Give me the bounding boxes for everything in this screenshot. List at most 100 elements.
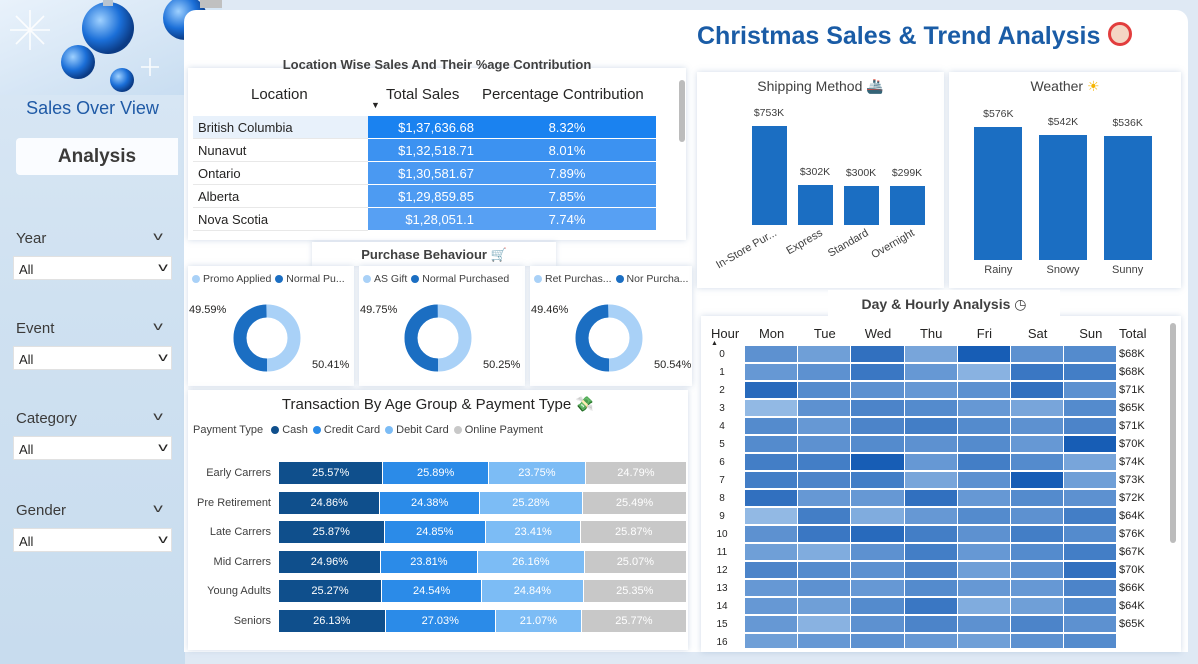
heatmap-cell[interactable] <box>745 364 799 381</box>
heatmap-cell[interactable] <box>957 364 1011 381</box>
stacked-bar-segment[interactable]: 25.89% <box>383 462 488 484</box>
heatmap-cell[interactable] <box>745 562 799 579</box>
stacked-bar-segment[interactable]: 25.27% <box>279 580 382 602</box>
heatmap-day-header[interactable]: Sat <box>1011 326 1064 341</box>
heatmap-day-header[interactable]: Tue <box>798 326 851 341</box>
heatmap-cell[interactable] <box>957 400 1011 417</box>
bar[interactable] <box>751 126 787 225</box>
heatmap-cell[interactable] <box>851 598 905 615</box>
stacked-bar-segment[interactable]: 21.07% <box>495 609 581 632</box>
legend-item[interactable]: Cash <box>271 424 308 436</box>
heatmap-cell[interactable] <box>745 580 799 597</box>
donut-chart[interactable] <box>398 298 478 378</box>
heatmap-row-header[interactable]: Hour <box>711 326 739 341</box>
heatmap-cell[interactable] <box>1011 598 1065 615</box>
heatmap-cell[interactable] <box>745 544 799 561</box>
heatmap-day-header[interactable]: Mon <box>745 326 798 341</box>
heatmap-cell[interactable] <box>745 436 799 453</box>
heatmap-cell[interactable] <box>798 544 852 561</box>
stacked-bar-segment[interactable]: 23.41% <box>485 521 581 543</box>
heatmap-cell[interactable] <box>1011 580 1065 597</box>
heatmap-cell[interactable] <box>798 616 852 633</box>
stacked-bar-segment[interactable]: 25.57% <box>279 462 383 484</box>
bar[interactable] <box>889 185 925 225</box>
heatmap-cell[interactable] <box>1064 382 1118 399</box>
heatmap-cell[interactable] <box>1011 382 1065 399</box>
stacked-bar-segment[interactable]: 27.03% <box>385 609 495 632</box>
donut-chart[interactable] <box>569 298 649 378</box>
heatmap-cell[interactable] <box>745 616 799 633</box>
heatmap-day-header[interactable]: Sun <box>1064 326 1117 341</box>
heatmap-cell[interactable] <box>745 526 799 543</box>
heatmap-cell[interactable] <box>957 454 1011 471</box>
heatmap-cell[interactable] <box>798 526 852 543</box>
heatmap-cell[interactable] <box>1011 400 1065 417</box>
stacked-bar-segment[interactable]: 24.86% <box>279 491 380 514</box>
heatmap-cell[interactable] <box>1064 526 1118 543</box>
heatmap-cell[interactable] <box>957 544 1011 561</box>
heatmap-cell[interactable] <box>1064 454 1118 471</box>
heatmap-cell[interactable] <box>904 418 958 435</box>
heatmap-cell[interactable] <box>904 544 958 561</box>
heatmap-cell[interactable] <box>957 562 1011 579</box>
stacked-bar-segment[interactable]: 24.84% <box>482 580 583 602</box>
heatmap-cell[interactable] <box>1064 580 1118 597</box>
heatmap-day-header[interactable]: Fri <box>958 326 1011 341</box>
heatmap-cell[interactable] <box>904 472 958 489</box>
heatmap-cell[interactable] <box>1064 490 1118 507</box>
legend-item[interactable]: Ret Purchas... <box>534 273 612 285</box>
heatmap-cell[interactable] <box>798 634 852 648</box>
column-header-location[interactable]: Location <box>251 86 308 103</box>
table-row[interactable]: British Columbia $1,37,636.68 8.32% <box>193 116 656 139</box>
heatmap-cell[interactable] <box>798 598 852 615</box>
bar[interactable] <box>974 127 1023 260</box>
legend-item[interactable]: AS Gift <box>363 273 407 285</box>
heatmap-cell[interactable] <box>1011 418 1065 435</box>
heatmap-cell[interactable] <box>745 598 799 615</box>
heatmap-cell[interactable] <box>1064 616 1118 633</box>
heatmap-cell[interactable] <box>957 346 1011 363</box>
table-row[interactable]: Ontario $1,30,581.67 7.89% <box>193 162 656 185</box>
heatmap-cell[interactable] <box>957 418 1011 435</box>
chevron-down-icon[interactable]: v <box>153 409 163 423</box>
heatmap-day-header[interactable]: Thu <box>905 326 958 341</box>
column-header-percentage[interactable]: Percentage Contribution <box>482 86 644 103</box>
heatmap-cell[interactable] <box>957 634 1011 648</box>
heatmap-cell[interactable] <box>851 400 905 417</box>
heatmap-cell[interactable] <box>851 580 905 597</box>
heatmap-cell[interactable] <box>798 418 852 435</box>
stacked-bar-segment[interactable]: 23.81% <box>380 550 477 573</box>
bar[interactable] <box>797 185 833 225</box>
legend-item[interactable]: Online Payment <box>453 424 543 436</box>
heatmap-cell[interactable] <box>1064 400 1118 417</box>
column-header-total-sales[interactable]: Total Sales <box>386 86 459 103</box>
heatmap-cell[interactable] <box>904 598 958 615</box>
heatmap-cell[interactable] <box>798 490 852 507</box>
heatmap-cell[interactable] <box>904 562 958 579</box>
heatmap-cell[interactable] <box>851 526 905 543</box>
stacked-bar-segment[interactable]: 25.49% <box>583 491 686 514</box>
stacked-bar-segment[interactable]: 24.85% <box>384 521 485 543</box>
sort-desc-icon[interactable]: ▼ <box>371 100 380 110</box>
heatmap-cell[interactable] <box>851 508 905 525</box>
heatmap-cell[interactable] <box>745 346 799 363</box>
heatmap-cell[interactable] <box>1064 346 1118 363</box>
heatmap-cell[interactable] <box>904 580 958 597</box>
heatmap-cell[interactable] <box>904 490 958 507</box>
heatmap-cell[interactable] <box>851 382 905 399</box>
chevron-down-icon[interactable]: v <box>153 319 163 333</box>
category-dropdown[interactable]: All v <box>13 436 172 460</box>
nav-analysis-button[interactable]: Analysis <box>16 138 178 175</box>
heatmap-cell[interactable] <box>798 472 852 489</box>
legend-item[interactable]: Debit Card <box>385 424 449 436</box>
heatmap-cell[interactable] <box>1064 598 1118 615</box>
legend-item[interactable]: Normal Purchased <box>411 273 509 285</box>
heatmap-cell[interactable] <box>798 400 852 417</box>
heatmap-cell[interactable] <box>957 598 1011 615</box>
heatmap-cell[interactable] <box>904 346 958 363</box>
stacked-bar-segment[interactable]: 25.87% <box>279 521 384 543</box>
event-dropdown[interactable]: All v <box>13 346 172 370</box>
heatmap-cell[interactable] <box>745 454 799 471</box>
table-row[interactable]: Alberta $1,29,859.85 7.85% <box>193 185 656 208</box>
stacked-bar-segment[interactable]: 24.38% <box>380 491 479 514</box>
